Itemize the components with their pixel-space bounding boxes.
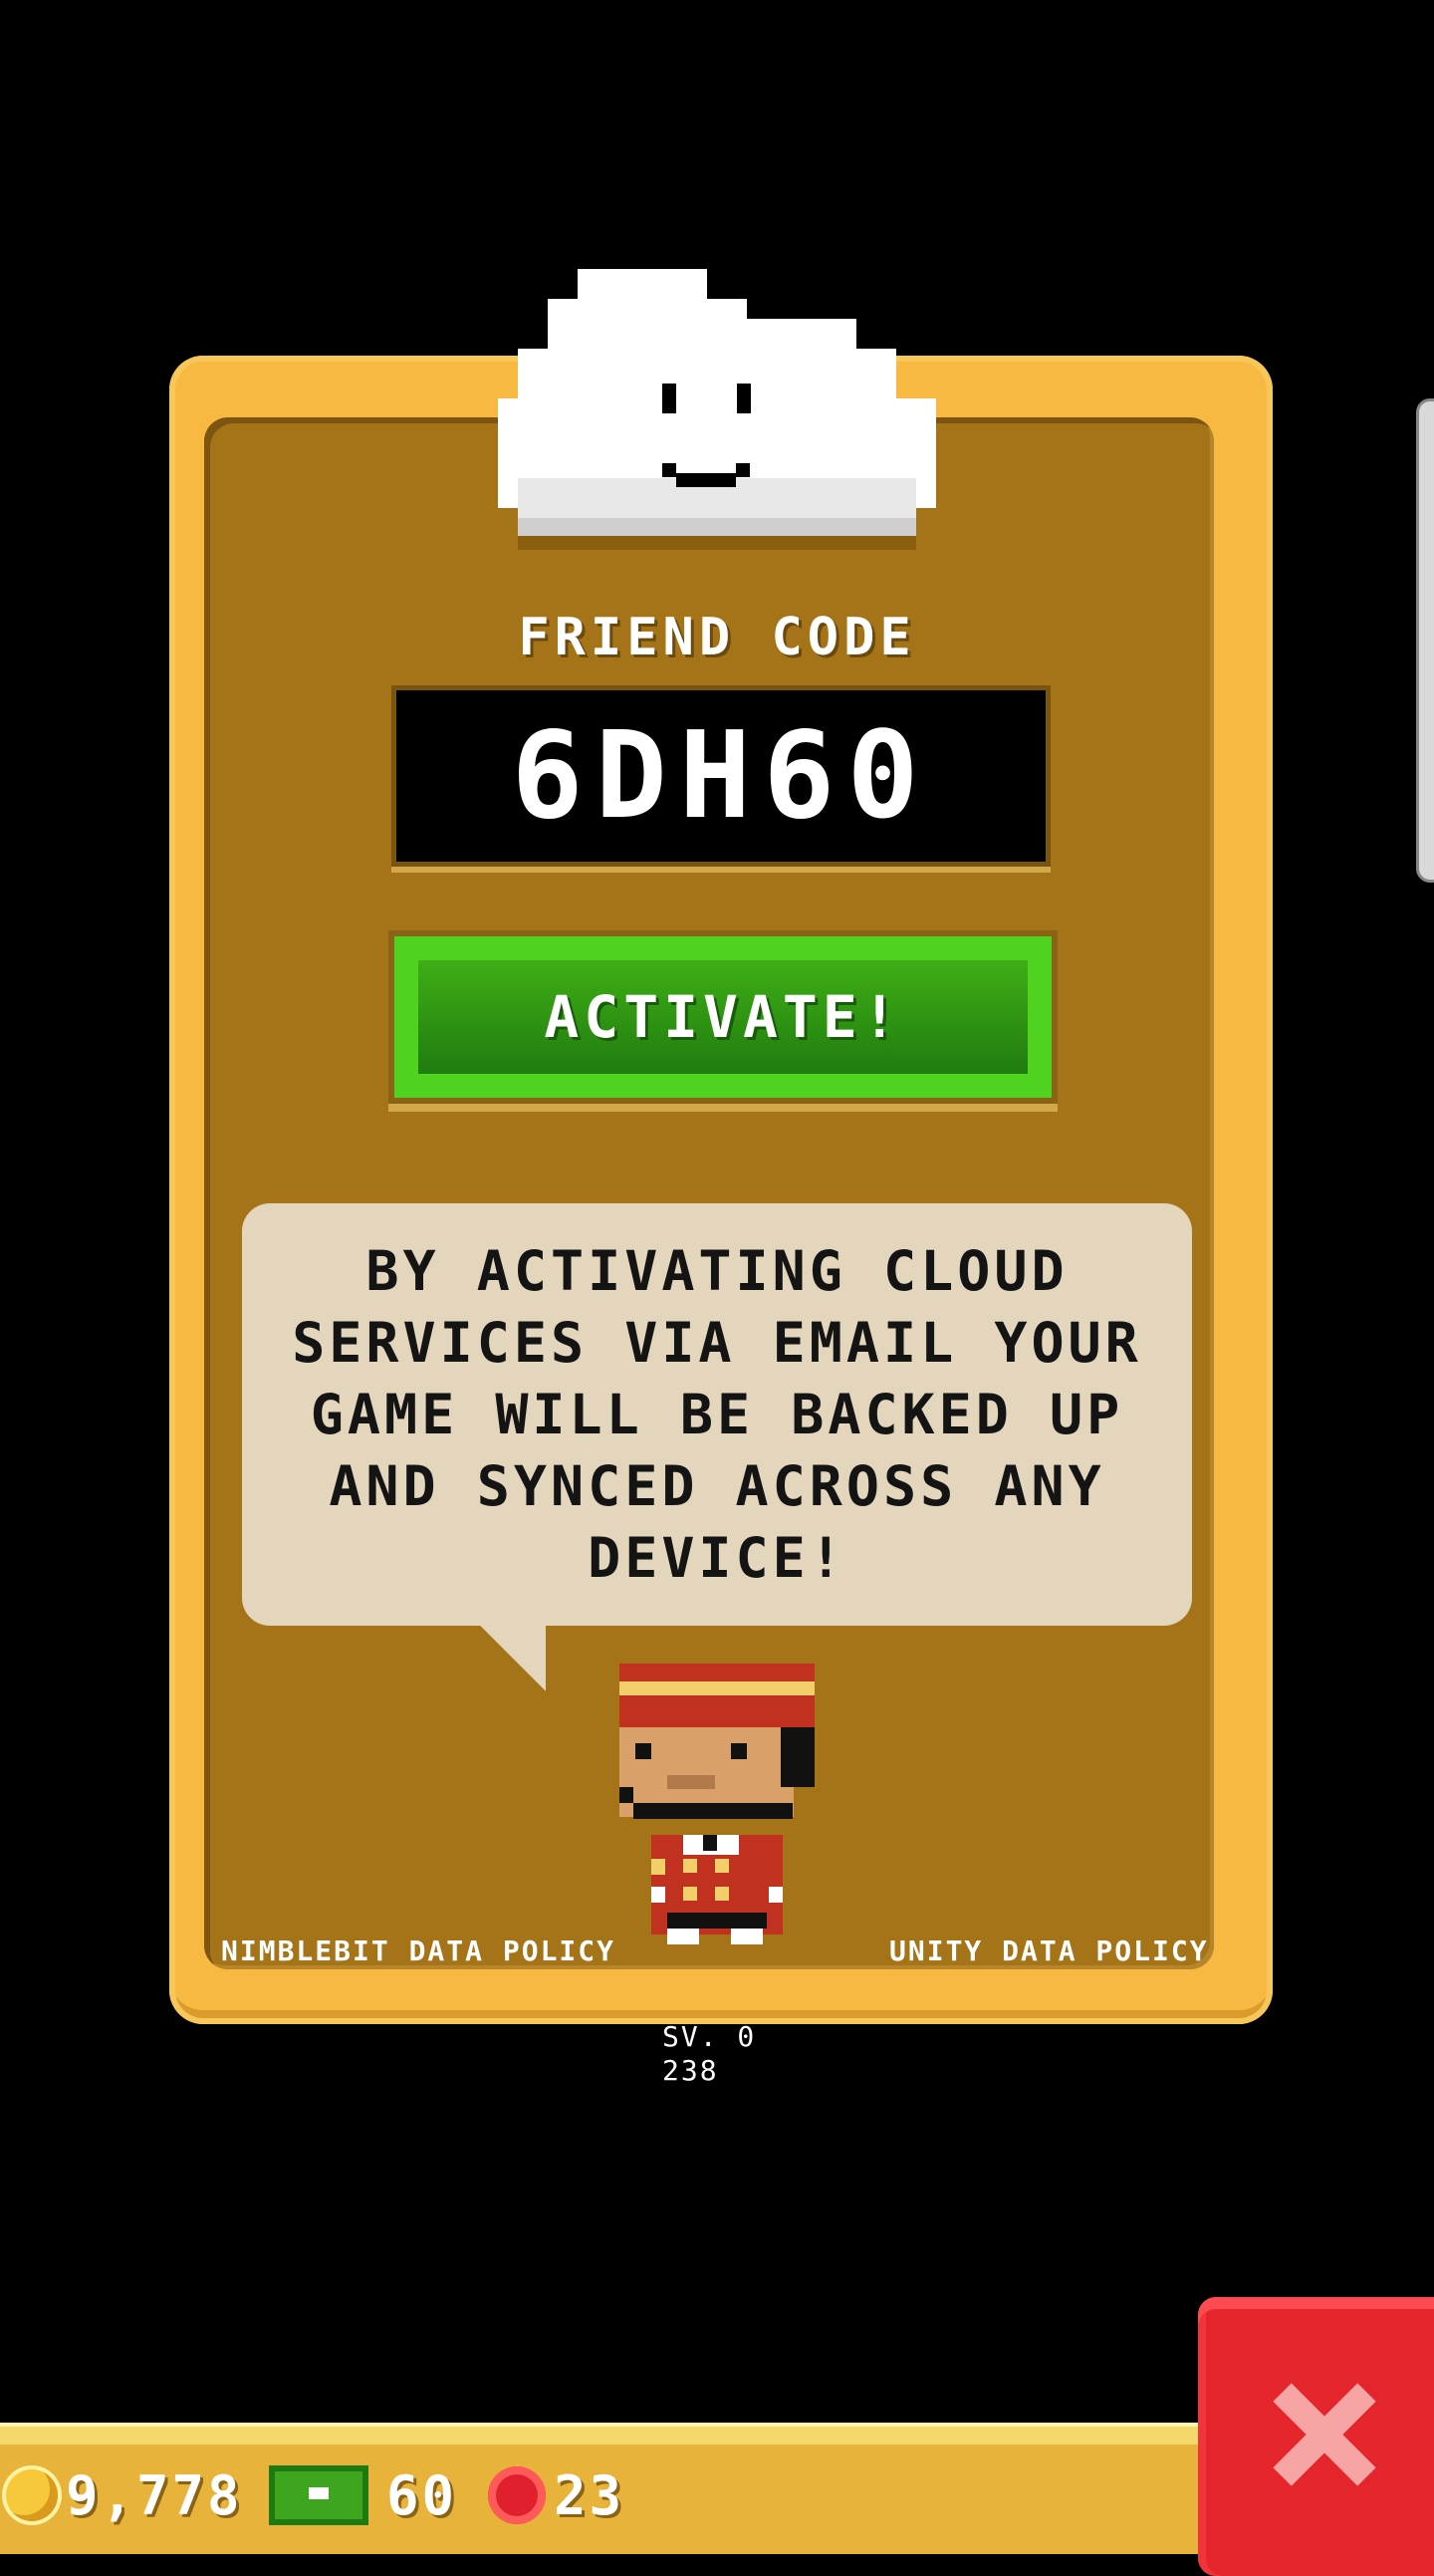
- close-button[interactable]: [1198, 2297, 1434, 2576]
- nimblebit-data-policy-link[interactable]: NIMBLEBIT DATA POLICY: [221, 1934, 615, 1967]
- chips-counter: 23: [488, 2462, 624, 2528]
- bellhop-character: [619, 1664, 815, 1944]
- version-line-1: SV. 0: [662, 2020, 757, 2053]
- friend-code-value: 6DH60: [391, 685, 1051, 867]
- version-line-2: 238: [662, 2054, 719, 2087]
- activate-button-label: ACTIVATE!: [418, 960, 1028, 1074]
- bux-value: 60: [386, 2463, 458, 2527]
- speech-bubble-tail: [476, 1622, 546, 1691]
- chips-value: 23: [554, 2463, 625, 2527]
- activate-button[interactable]: ACTIVATE!: [388, 930, 1058, 1104]
- version-info: SV. 0 238: [662, 2020, 756, 2088]
- close-icon: [1274, 2385, 1373, 2484]
- coins-counter: 9,778: [6, 2462, 243, 2528]
- coin-icon: [6, 2469, 58, 2521]
- bux-counter: 60: [269, 2462, 457, 2528]
- bux-icon: [269, 2465, 368, 2525]
- friend-code-label: FRIEND CODE: [518, 608, 916, 667]
- info-speech-bubble: BY ACTIVATING CLOUD SERVICES VIA EMAIL Y…: [242, 1203, 1192, 1626]
- coins-value: 9,778: [66, 2463, 243, 2527]
- chip-icon: [488, 2466, 546, 2524]
- cloud-icon: [498, 269, 936, 550]
- unity-data-policy-link[interactable]: UNITY DATA POLICY: [889, 1934, 1209, 1967]
